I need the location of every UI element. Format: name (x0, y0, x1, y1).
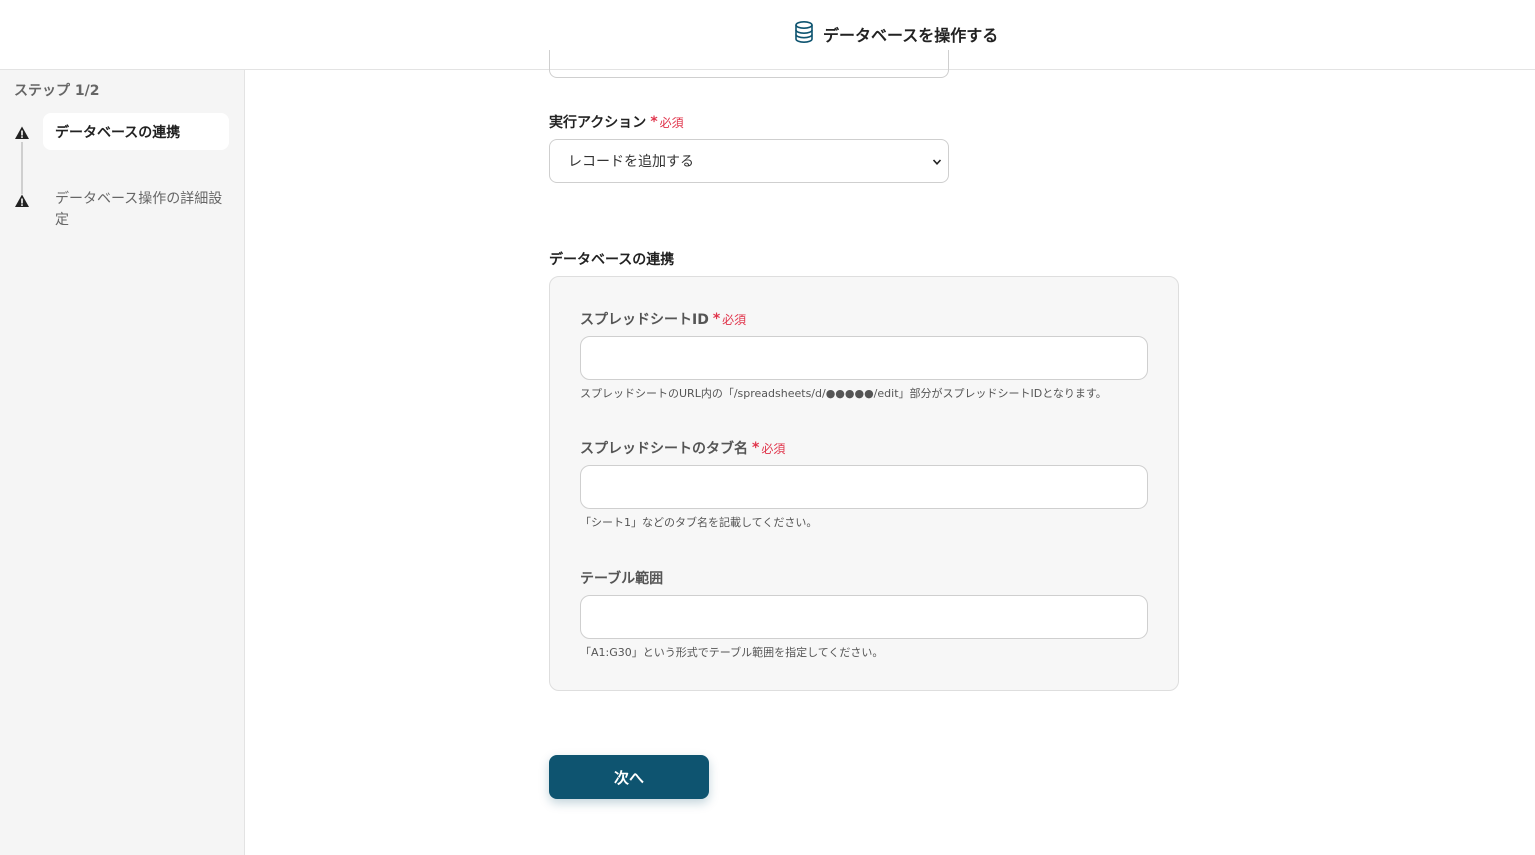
database-icon (794, 20, 814, 48)
asterisk-icon: * (650, 114, 658, 130)
spreadsheet-id-label-row: スプレッドシートID * 必須 (580, 309, 746, 329)
step-item-operation-detail[interactable]: データベース操作の詳細設定 (55, 189, 225, 231)
tab-name-label: スプレッドシートのタブ名 (580, 441, 748, 457)
tab-name-help: 「シート1」などのタブ名を記載してください。 (580, 516, 818, 529)
tab-name-label-row: スプレッドシートのタブ名 * 必須 (580, 438, 785, 458)
table-range-label: テーブル範囲 (580, 571, 664, 587)
required-badge: * 必須 (752, 440, 785, 457)
section-title: データベースの連携 (549, 252, 675, 268)
spreadsheet-id-input[interactable] (580, 336, 1148, 380)
spreadsheet-id-help: スプレッドシートのURL内の「/spreadsheets/d/●●●●●/edi… (580, 387, 1107, 400)
step-item-label: データベース操作の詳細設定 (55, 191, 223, 228)
next-button[interactable]: 次へ (549, 755, 709, 799)
warning-icon (14, 125, 30, 141)
required-text: 必須 (761, 441, 786, 456)
required-text: 必須 (659, 115, 684, 130)
action-label-row: 実行アクション * 必須 (549, 112, 684, 132)
table-range-input[interactable] (580, 595, 1148, 639)
page-title-group: データベースを操作する (794, 20, 998, 48)
warning-icon (14, 193, 30, 209)
required-badge: * 必須 (713, 311, 746, 328)
step-counter: ステップ 1/2 (14, 83, 100, 99)
tab-name-input[interactable] (580, 465, 1148, 509)
previous-field-input[interactable] (549, 50, 949, 78)
action-label: 実行アクション (549, 115, 647, 131)
table-range-label-row: テーブル範囲 (580, 568, 663, 588)
required-badge: * 必須 (650, 114, 683, 131)
spreadsheet-id-label: スプレッドシートID (580, 312, 709, 328)
step-connector (21, 142, 23, 194)
main-content: 実行アクション * 必須 レコードを追加する データベースの連携 スプレッドシート… (245, 50, 1535, 855)
table-range-help: 「A1:G30」という形式でテーブル範囲を指定してください。 (580, 646, 884, 659)
required-text: 必須 (722, 312, 747, 327)
step-item-label: データベースの連携 (55, 124, 181, 141)
step-sidebar: ステップ 1/2 データベースの連携 データベース操作の詳細設定 (0, 70, 245, 855)
asterisk-icon: * (752, 440, 760, 456)
action-select[interactable]: レコードを追加する (549, 139, 949, 183)
database-link-panel: スプレッドシートID * 必須 スプレッドシートのURL内の「/spreadshe… (549, 276, 1179, 691)
step-item-database-link[interactable]: データベースの連携 (43, 113, 229, 150)
action-select-value: レコードを追加する (568, 154, 694, 170)
page-title: データベースを操作する (823, 26, 999, 45)
asterisk-icon: * (712, 311, 721, 327)
chevron-down-icon (932, 155, 942, 165)
